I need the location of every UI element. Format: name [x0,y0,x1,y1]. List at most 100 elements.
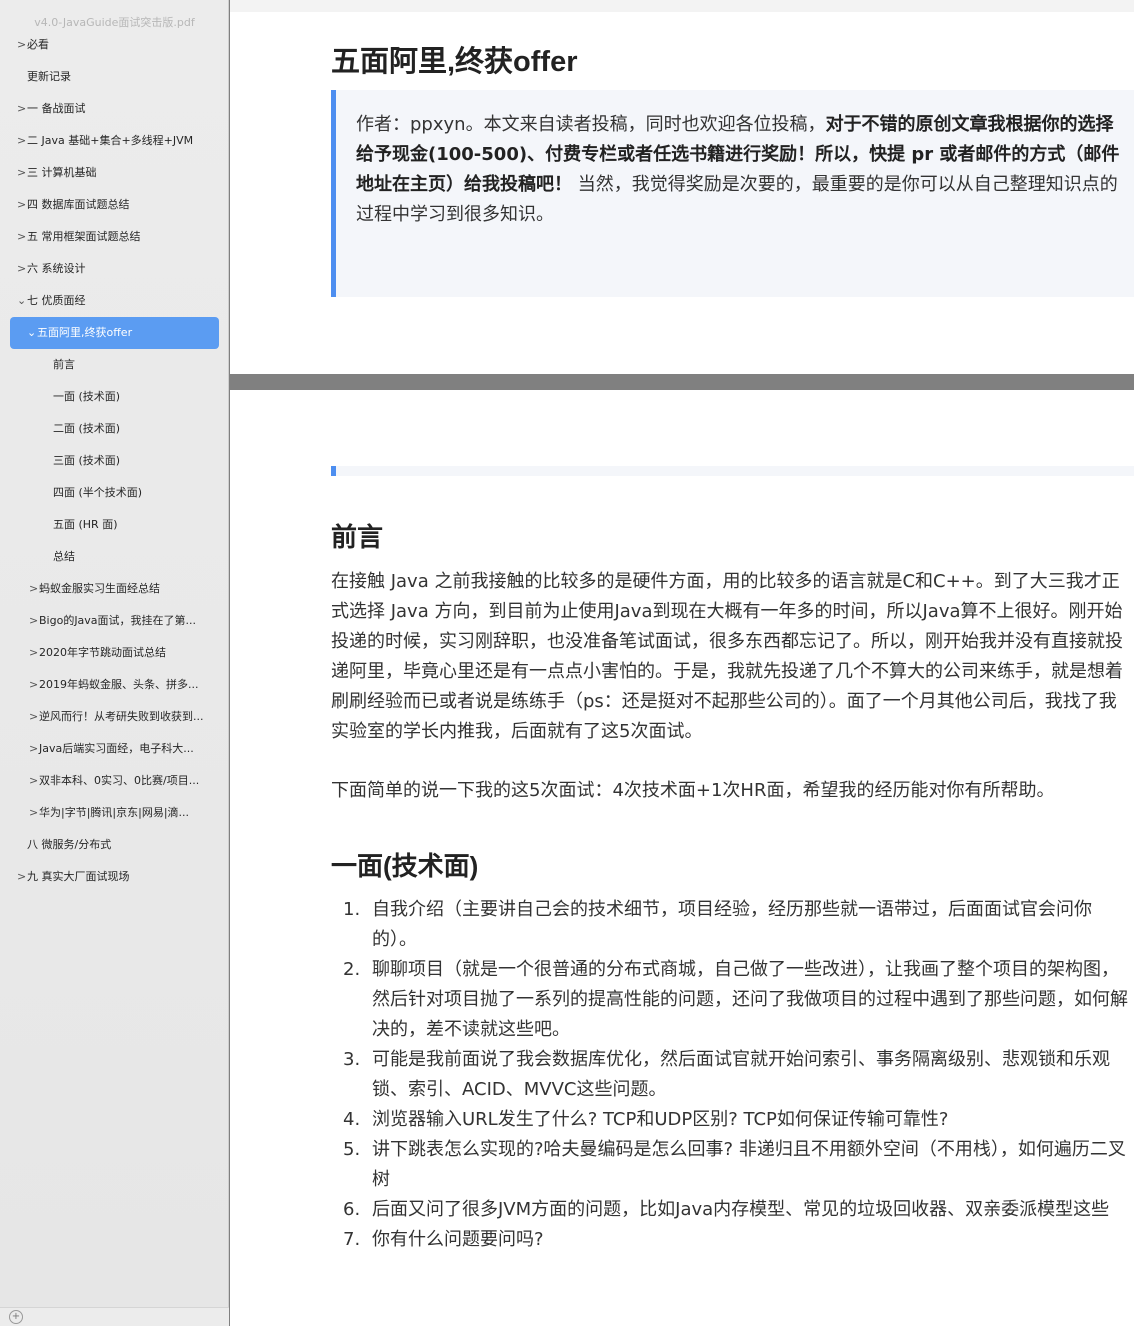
sidebar-item-label: 2020年字节跳动面试总结 [39,646,166,659]
sidebar-item-label: 蚂蚁金服实习生面经总结 [39,582,160,595]
list-item-text: 浏览器输入URL发生了什么? TCP和UDP区别? TCP如何保证传输可靠性? [372,1109,949,1130]
sidebar-item-label: 二 Java 基础+集合+多线程+JVM [27,134,194,147]
sidebar-item-label: Bigo的Java面试，我挂在了第... [39,614,197,627]
sidebar-item[interactable]: >双非本科、0实习、0比赛/项目... [29,765,219,797]
chevron-right-icon[interactable]: > [29,669,39,701]
sidebar-item[interactable]: >Java后端实习面经，电子科大... [29,733,219,765]
sidebar-item-label: 五 常用框架面试题总结 [27,230,141,243]
chevron-right-icon[interactable]: > [29,797,39,829]
chevron-down-icon[interactable]: ⌄ [17,285,27,317]
sidebar-item[interactable]: >必看 [17,29,219,61]
list-item-text: 自我介绍（主要讲自己会的技术细节，项目经验，经历那些就一语带过，后面面试官会问你… [372,899,1092,950]
sidebar-item[interactable]: 前言 [53,349,219,381]
sidebar-item[interactable]: >六 系统设计 [17,253,219,285]
sidebar-item-label: 五面阿里,终获offer [37,326,133,339]
sidebar-item[interactable]: >二 Java 基础+集合+多线程+JVM [17,125,219,157]
list-item: 2. 聊聊项目（就是一个很普通的分布式商城，自己做了一些改进），让我画了整个项目的… [331,955,1134,1045]
add-bookmark-icon[interactable]: + [9,1310,23,1324]
chevron-right-icon[interactable]: > [17,29,27,61]
sidebar-item-label: 双非本科、0实习、0比赛/项目... [39,774,200,787]
quote-text-intro: 作者：ppxyn。本文来自读者投稿，同时也欢迎各位投稿， [356,114,826,135]
sidebar-item-label: 更新记录 [27,70,71,83]
chevron-right-icon[interactable]: > [17,253,27,285]
list-item-text: 讲下跳表怎么实现的?哈夫曼编码是怎么回事? 非递归且不用额外空间（不用栈），如何… [372,1139,1126,1190]
chevron-right-icon[interactable]: > [17,189,27,221]
sidebar-item[interactable]: 一面 (技术面) [53,381,219,413]
sidebar-item[interactable]: >一 备战面试 [17,93,219,125]
sidebar-item-label: 九 真实大厂面试现场 [27,870,130,883]
outline-sidebar: v4.0-JavaGuide面试突击版.pdf >必看 更新记录 >一 备战面试 >二… [0,0,229,1326]
sidebar-item[interactable]: >逆风而行！从考研失败到收获到... [29,701,219,733]
chevron-right-icon[interactable]: > [17,125,27,157]
chevron-right-icon[interactable]: > [29,605,39,637]
sidebar-item-label: 四面 (半个技术面) [53,486,143,499]
list-item-number: 6. [343,1199,361,1220]
pdf-page-2: 前言 在接触 Java 之前我接触的比较多的是硬件方面，用的比较多的语言就是C和… [230,390,1134,1326]
sidebar-item-label: 三面 (技术面) [53,454,121,467]
sidebar-item[interactable]: 四面 (半个技术面) [53,477,219,509]
sidebar-item[interactable]: 更新记录 [27,61,219,93]
sidebar-item-label: 一面 (技术面) [53,390,121,403]
sidebar-item-label: 二面 (技术面) [53,422,121,435]
list-item-number: 7. [343,1229,361,1250]
sidebar-item[interactable]: 三面 (技术面) [53,445,219,477]
list-item-text: 可能是我前面说了我会数据库优化，然后面试官就开始问索引、事务隔离级别、悲观锁和乐… [372,1049,1110,1100]
sidebar-item[interactable]: >九 真实大厂面试现场 [17,861,219,893]
sidebar-footer: + [0,1307,229,1326]
sidebar-item-label: 2019年蚂蚁金服、头条、拼多... [39,678,199,691]
chevron-down-icon[interactable]: ⌄ [27,317,37,349]
sidebar-item[interactable]: >华为|字节|腾讯|京东|网易|滴... [29,797,219,829]
preface-paragraph-1: 在接触 Java 之前我接触的比较多的是硬件方面，用的比较多的语言就是C和C++… [331,571,1123,742]
pdf-page-1: 五面阿里,终获offer 作者：ppxyn。本文来自读者投稿，同时也欢迎各位投稿… [230,12,1134,374]
list-item-text: 聊聊项目（就是一个很普通的分布式商城，自己做了一些改进），让我画了整个项目的架构… [372,959,1128,1040]
blockquote-continuation [331,466,1134,476]
sidebar-item-label: 四 数据库面试题总结 [27,198,130,211]
chevron-right-icon[interactable]: > [29,733,39,765]
sidebar-item[interactable]: ⌄七 优质面经 [17,285,219,317]
sidebar-item[interactable]: 五面 (HR 面) [53,509,219,541]
list-item: 7. 你有什么问题要问吗? [331,1225,1134,1255]
sidebar-item-label: 七 优质面经 [27,294,86,307]
list-item-text: 后面又问了很多JVM方面的问题，比如Java内存模型、常见的垃圾回收器、双亲委派… [372,1199,1110,1220]
sidebar-item-label: 六 系统设计 [27,262,86,275]
chevron-right-icon[interactable]: > [29,701,39,733]
document-title: v4.0-JavaGuide面试突击版.pdf [34,16,195,29]
sidebar-item[interactable]: 八 微服务/分布式 [27,829,219,861]
sidebar-item-label: 八 微服务/分布式 [27,838,112,851]
author-note-blockquote: 作者：ppxyn。本文来自读者投稿，同时也欢迎各位投稿，对于不错的原创文章我根据… [331,90,1134,297]
sidebar-item[interactable]: >Bigo的Java面试，我挂在了第... [29,605,219,637]
list-item-number: 3. [343,1049,361,1070]
list-item: 4. 浏览器输入URL发生了什么? TCP和UDP区别? TCP如何保证传输可靠性… [331,1105,1134,1135]
chevron-right-icon[interactable]: > [29,637,39,669]
sidebar-item[interactable]: >五 常用框架面试题总结 [17,221,219,253]
preface-heading: 前言 [331,522,384,552]
sidebar-item[interactable]: >2020年字节跳动面试总结 [29,637,219,669]
chevron-right-icon[interactable]: > [17,861,27,893]
sidebar-item-label: Java后端实习面经，电子科大... [39,742,194,755]
round1-heading: 一面(技术面) [331,851,479,881]
chevron-right-icon[interactable]: > [29,573,39,605]
chevron-right-icon[interactable]: > [17,157,27,189]
chevron-right-icon[interactable]: > [17,221,27,253]
sidebar-item[interactable]: 总结 [53,541,219,573]
sidebar-item-label: 必看 [27,38,49,51]
sidebar-item-label: 前言 [53,358,75,371]
sidebar-item[interactable]: 二面 (技术面) [53,413,219,445]
round1-question-list: 1. 自我介绍（主要讲自己会的技术细节，项目经验，经历那些就一语带过，后面面试官会… [331,895,1134,1255]
sidebar-item-label: 总结 [53,550,75,563]
sidebar-item-label: 一 备战面试 [27,102,86,115]
sidebar-item-label: 逆风而行！从考研失败到收获到... [39,710,204,723]
sidebar-item[interactable]: >2019年蚂蚁金服、头条、拼多... [29,669,219,701]
sidebar-item[interactable]: ⌄五面阿里,终获offer [10,317,219,349]
list-item-number: 5. [343,1139,361,1160]
chevron-right-icon[interactable]: > [17,93,27,125]
list-item: 5. 讲下跳表怎么实现的?哈夫曼编码是怎么回事? 非递归且不用额外空间（不用栈），… [331,1135,1134,1195]
sidebar-item-label: 五面 (HR 面) [53,518,118,531]
list-item-text: 你有什么问题要问吗? [372,1229,544,1250]
article-title: 五面阿里,终获offer [331,46,578,78]
sidebar-item[interactable]: >四 数据库面试题总结 [17,189,219,221]
sidebar-item-label: 三 计算机基础 [27,166,97,179]
sidebar-item[interactable]: >蚂蚁金服实习生面经总结 [29,573,219,605]
chevron-right-icon[interactable]: > [29,765,39,797]
sidebar-item[interactable]: >三 计算机基础 [17,157,219,189]
